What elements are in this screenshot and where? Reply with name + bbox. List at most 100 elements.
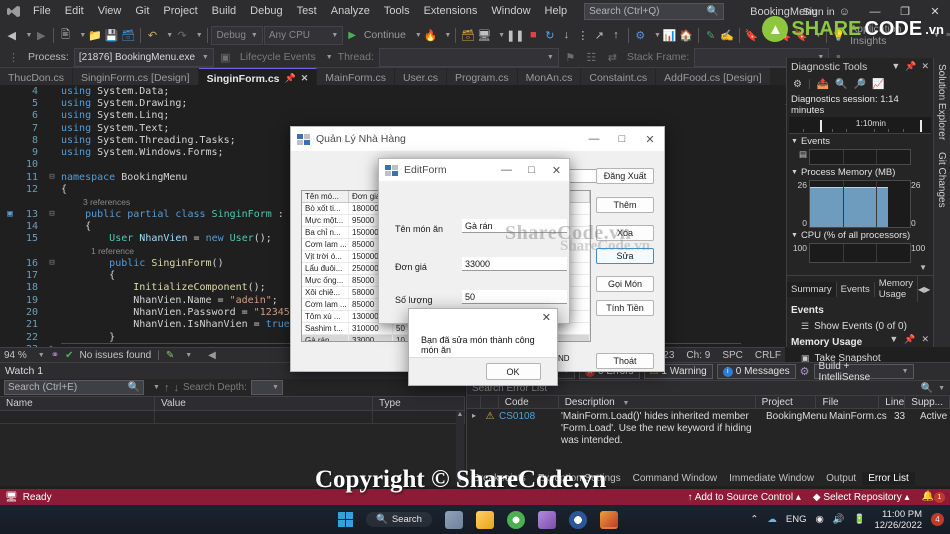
add-to-source-control-button[interactable]: ↑ Add to Source Control ▴ (687, 492, 800, 503)
mainform-minimize-button[interactable]: — (580, 127, 608, 151)
hot-reload-icon[interactable]: 🔥 (423, 25, 439, 45)
visual-studio-icon[interactable] (599, 510, 618, 529)
graph-collapse-icon[interactable]: ▼ (787, 263, 933, 272)
onenote-icon[interactable] (537, 510, 556, 529)
play-icon[interactable]: ▶ (344, 25, 360, 45)
windows-start-icon[interactable] (338, 512, 353, 527)
notifications-button[interactable]: 🔔 1 (922, 491, 945, 503)
success-message-box[interactable]: ✕ Bạn đã sửa món thành công món ăn OK (408, 308, 558, 386)
search-depth-dropdown[interactable]: ▼ (250, 380, 283, 395)
threads-window-icon[interactable]: ☷ (582, 47, 601, 67)
chevron-down-icon[interactable]: ▼ (938, 385, 945, 392)
step-continue-icon[interactable]: ↑ (608, 25, 624, 45)
menu-extensions[interactable]: Extensions (417, 0, 485, 23)
dock-git-changes[interactable]: Git Changes (934, 146, 949, 214)
error-col-code[interactable]: Code (499, 396, 559, 408)
lifecycle-dropdown-icon[interactable]: ▼ (326, 54, 333, 61)
cpu-section-header[interactable]: ▼ CPU (% of all processors) (787, 228, 933, 243)
step-out-icon[interactable]: ↗ (592, 25, 608, 45)
panel-tab-immediate-window[interactable]: Immediate Window (723, 472, 820, 485)
mainform-close-button[interactable]: ✕ (636, 127, 664, 151)
menu-edit[interactable]: Edit (58, 0, 91, 23)
step-into-icon[interactable]: ↓ (559, 25, 575, 45)
editform-maximize-button[interactable]: □ (519, 159, 544, 181)
tab-memory-usage[interactable]: Memory Usage (875, 276, 919, 302)
toolbar-overflow-icon[interactable]: ≡ (946, 32, 950, 39)
export-icon[interactable]: 📤 (817, 79, 829, 90)
speaker-icon[interactable]: 🔊 (833, 514, 845, 525)
messagebox-ok-button[interactable]: OK (485, 363, 541, 380)
pin-icon[interactable]: 📌 (904, 334, 915, 345)
quantity-input[interactable]: 50 (462, 290, 567, 304)
panel-tab-breakpoints[interactable]: Breakpoints (467, 472, 532, 485)
show-events-item[interactable]: ☰ Show Events (0 of 0) (787, 319, 933, 334)
search-next-icon[interactable]: ↓ (173, 382, 179, 394)
zoom-in-icon[interactable]: 🔍 (835, 79, 847, 90)
pin-icon[interactable]: 📌 (905, 61, 916, 72)
error-col-project[interactable]: Project (756, 396, 817, 408)
analyzer-dropdown-icon[interactable]: ▼ (185, 352, 192, 359)
redo-dropdown-icon[interactable]: ▼ (196, 32, 203, 39)
tab-summary[interactable]: Summary (787, 281, 837, 297)
chrome-icon[interactable] (506, 510, 525, 529)
open-folder-icon[interactable]: 📁 (87, 25, 103, 45)
watch-empty-row[interactable] (0, 411, 465, 424)
menu-build[interactable]: Build (205, 0, 243, 23)
pause-icon[interactable]: ❚❚ (506, 25, 524, 45)
uncomment-icon[interactable]: ✍ (719, 25, 735, 45)
order-button[interactable]: Gọi Món (596, 276, 654, 292)
attach-process-icon[interactable]: 🗃 (460, 25, 476, 45)
edit-button[interactable]: Sửa (596, 248, 654, 264)
delete-button[interactable]: Xóa (596, 225, 654, 241)
comment-icon[interactable]: ✎ (703, 25, 719, 45)
file-explorer-icon[interactable] (475, 510, 494, 529)
zoom-out-icon[interactable]: 🔎 (853, 79, 865, 90)
quick-search-input[interactable]: Search (Ctrl+Q) 🔍 (584, 3, 725, 20)
debug-target-icon[interactable]: 🖥 (477, 25, 493, 45)
continue-button[interactable]: Continue (361, 29, 409, 41)
analyzer-icon[interactable]: ✎ (166, 350, 174, 361)
logout-button[interactable]: Đăng Xuất (596, 168, 654, 184)
stop-icon[interactable]: ■ (526, 25, 542, 45)
lifecycle-events-label[interactable]: Lifecycle Events (237, 51, 319, 63)
chevron-up-icon[interactable]: ⌃ (750, 514, 758, 525)
onedrive-icon[interactable]: ☁ (767, 514, 777, 525)
menu-git[interactable]: Git (128, 0, 156, 23)
word-icon[interactable] (568, 510, 587, 529)
build-configuration-dropdown[interactable]: Debug ▼ (211, 25, 263, 45)
memory-section-header[interactable]: ▼ Process Memory (MB) (787, 165, 933, 180)
undo-dropdown-icon[interactable]: ▼ (166, 32, 173, 39)
continue-dropdown-icon[interactable]: ▼ (415, 32, 422, 39)
panel-dropdown-icon[interactable]: ▼ (891, 61, 900, 72)
memory-usage-icon[interactable]: 🏠 (679, 25, 695, 45)
error-row[interactable]: ▸ ⚠ CS0108 'MainForm.Load()' hides inher… (467, 409, 950, 449)
events-section-header[interactable]: ▼ Events (787, 134, 933, 149)
debug-target-dropdown-icon[interactable]: ▼ (498, 32, 505, 39)
messagebox-close-button[interactable]: ✕ (542, 311, 551, 324)
fold-glyph[interactable]: ⊟ (46, 258, 58, 268)
select-repository-button[interactable]: ◆ Select Repository ▴ (813, 492, 910, 503)
mainform-maximize-button[interactable]: □ (608, 127, 636, 151)
pin-icon[interactable]: 📌 (285, 73, 296, 84)
menu-help[interactable]: Help (538, 0, 575, 23)
taskbar-notification-badge[interactable]: 4 (931, 513, 944, 526)
search-prev-icon[interactable]: ↑ (164, 382, 170, 394)
taskbar-clock[interactable]: 11:00 PM 12/26/2022 (874, 509, 922, 531)
editform-minimize-button[interactable]: — (494, 159, 519, 181)
task-view-icon[interactable] (444, 510, 463, 529)
food-name-input[interactable]: Gà rán (462, 219, 567, 233)
menu-window[interactable]: Window (484, 0, 537, 23)
menu-file[interactable]: File (26, 0, 58, 23)
add-button[interactable]: Thêm (596, 197, 654, 213)
breakpoint-glyph[interactable]: ▣ (0, 209, 20, 219)
save-icon[interactable]: 💾 (104, 25, 120, 45)
language-indicator[interactable]: ENG (786, 514, 807, 525)
messages-filter-button[interactable]: i 0 Messages (716, 364, 796, 379)
scroll-down-icon[interactable]: ▼ (456, 477, 464, 484)
gear-icon[interactable]: ⚙ (793, 79, 802, 90)
error-code[interactable]: CS0108 (499, 411, 561, 422)
reset-view-icon[interactable]: 📈 (872, 79, 884, 90)
flag-icon[interactable]: ⚑ (561, 47, 580, 67)
menu-debug[interactable]: Debug (243, 0, 289, 23)
new-item-icon[interactable]: 🖹 (58, 25, 74, 45)
